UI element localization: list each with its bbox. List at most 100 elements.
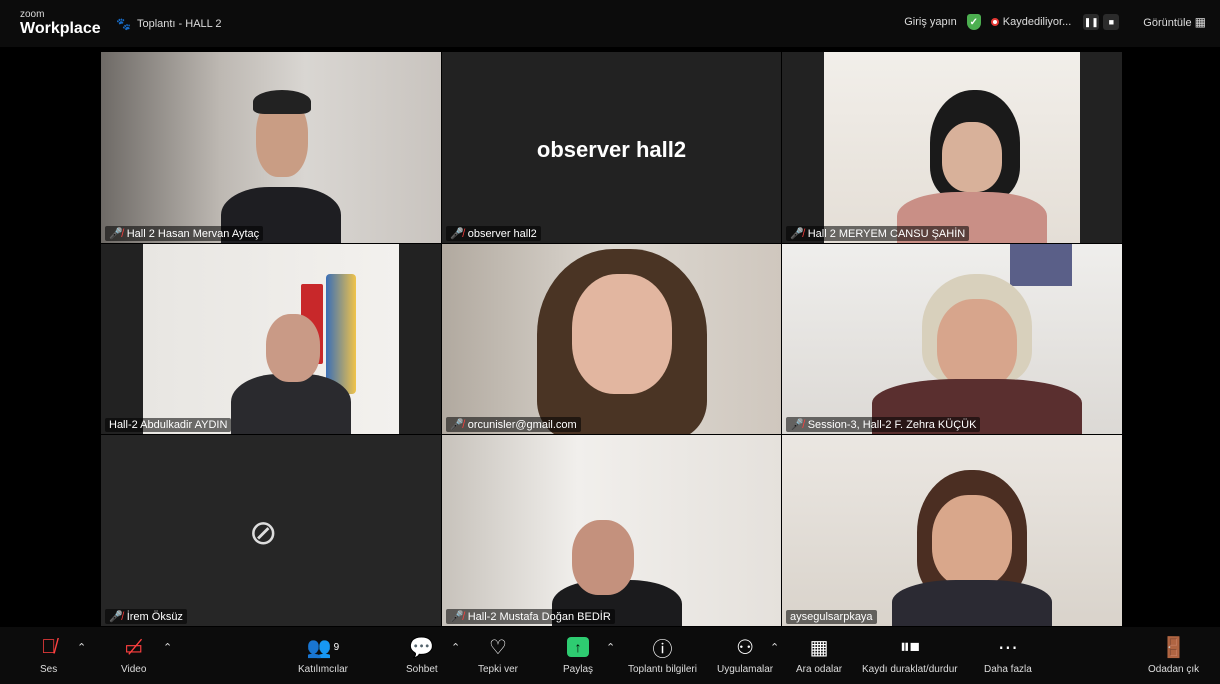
person-face — [572, 520, 634, 595]
participant-name-label: Hall-2 Abdulkadir AYDIN — [105, 418, 232, 432]
person-face — [572, 274, 672, 394]
video-off-icon: ▭̸ — [124, 636, 144, 659]
meeting-title: Toplantı - HALL 2 — [136, 18, 222, 30]
video-button[interactable]: ▭̸ Video — [121, 633, 147, 676]
share-label: Paylaş — [563, 664, 594, 675]
apps-button[interactable]: ⚇ Uygulamalar — [717, 633, 774, 676]
info-icon: ⓘ — [652, 638, 673, 661]
video-tile[interactable]: 🎤̸ Hall 2 Hasan Mervan Aytaç — [101, 52, 441, 243]
person-hair — [253, 90, 311, 114]
recording-dot-icon — [990, 18, 999, 26]
audio-button[interactable]: 🎙̸ Ses — [40, 633, 58, 676]
meeting-toolbar: 🎙̸ Ses ⌃ ▭̸ Video ⌃ 👥 9 Katılımcılar 💬 So… — [0, 627, 1220, 684]
video-tile[interactable]: 🎤̸ Hall 2 MERYEM CANSU ŞAHİN — [782, 52, 1122, 243]
zoom-logo: zoom Workplace — [20, 10, 101, 37]
participant-name-label: 🎤̸ İrem Öksüz — [105, 609, 187, 624]
recording-indicator: Kaydediliyor... — [990, 16, 1072, 28]
video-tile[interactable]: 🎤̸ orcunisler@gmail.com — [442, 244, 781, 434]
apps-label: Uygulamalar — [717, 664, 774, 675]
video-tile[interactable]: 🎤̸ Session-3, Hall-2 F. Zehra KÜÇÜK — [782, 244, 1122, 434]
pause-stop-recording-icon: ⏸⏹ — [899, 635, 920, 658]
brand-large: Workplace — [20, 20, 101, 37]
person-figure — [231, 374, 351, 434]
grid-view-icon: ▦ — [1194, 15, 1206, 29]
chat-label: Sohbet — [406, 664, 438, 675]
stop-recording-icon[interactable]: ■ — [1103, 14, 1120, 30]
video-tile[interactable]: Hall-2 Abdulkadir AYDIN — [101, 244, 441, 434]
top-bar: zoom Workplace 🐾 Toplantı - HALL 2 Giriş… — [0, 0, 1220, 47]
person-face — [932, 495, 1012, 587]
participant-name-label: 🎤̸ Hall 2 MERYEM CANSU ŞAHİN — [786, 226, 970, 241]
signin-link[interactable]: Giriş yapın — [904, 16, 957, 28]
person-face — [942, 122, 1002, 192]
participants-label: Katılımcılar — [298, 664, 349, 675]
participants-count: 9 — [333, 641, 340, 653]
video-label: Video — [121, 664, 147, 675]
security-shield-icon[interactable]: ✓ — [966, 14, 981, 30]
pause-recording-icon[interactable]: ❚❚ — [1083, 14, 1100, 30]
person-face — [937, 299, 1017, 389]
camera-off-icon: ⊘ — [249, 514, 278, 552]
record-control-button[interactable]: ⏸⏹ Kaydı duraklat/durdur — [862, 633, 958, 676]
camera-off-name: observer hall2 — [536, 137, 687, 162]
apps-icon: ⚇ — [736, 636, 755, 659]
person-face — [266, 314, 320, 382]
more-label: Daha fazla — [984, 664, 1032, 675]
breakout-rooms-button[interactable]: ▦ Ara odalar — [796, 633, 843, 676]
participants-button[interactable]: 👥 9 Katılımcılar — [298, 633, 349, 676]
more-icon: ⋯ — [997, 636, 1018, 659]
share-button[interactable]: ↑ Paylaş — [563, 633, 593, 675]
recording-controls: ❚❚ ■ — [1083, 14, 1120, 30]
participant-name-label: 🎤̸ orcunisler@gmail.com — [446, 417, 581, 432]
mic-muted-icon: 🎤̸ — [450, 228, 464, 240]
chat-icon: 💬 — [409, 636, 435, 659]
mic-muted-icon: 🎤̸ — [790, 228, 804, 240]
mic-muted-icon: 🎤̸ — [450, 611, 464, 623]
active-speaker-tile[interactable]: aysegulsarpkaya — [782, 435, 1122, 626]
leave-room-label: Odadan çık — [1148, 664, 1200, 675]
share-options-caret-icon[interactable]: ⌃ — [606, 641, 615, 654]
participant-name-label: 🎤̸ Hall 2 Hasan Mervan Aytaç — [105, 226, 264, 241]
leave-room-button[interactable]: 🚪 Odadan çık — [1148, 633, 1200, 676]
video-tile[interactable]: observer hall2 🎤̸ observer hall2 — [442, 52, 781, 243]
more-button[interactable]: ⋯ Daha fazla — [984, 633, 1032, 676]
video-tile[interactable]: 🎤̸ Hall-2 Mustafa Doğan BEDİR — [442, 435, 781, 626]
top-right-controls: Giriş yapın ✓ Kaydediliyor... ❚❚ ■ Görün… — [904, 14, 1206, 30]
react-button[interactable]: ♡ Tepki ver — [478, 633, 519, 676]
video-gallery: 🎤̸ Hall 2 Hasan Mervan Aytaç observer hal… — [0, 47, 1220, 627]
meeting-info-button[interactable]: ⓘ Toplantı bilgileri — [628, 633, 697, 676]
meeting-title-area[interactable]: 🐾 Toplantı - HALL 2 — [116, 17, 222, 31]
video-options-caret-icon[interactable]: ⌃ — [163, 641, 172, 654]
chat-button[interactable]: 💬 Sohbet — [406, 633, 438, 676]
participant-name-label: 🎤̸ Session-3, Hall-2 F. Zehra KÜÇÜK — [786, 417, 981, 432]
react-label: Tepki ver — [478, 664, 519, 675]
chat-options-caret-icon[interactable]: ⌃ — [451, 641, 460, 654]
mic-muted-icon: 🎤̸ — [109, 228, 123, 240]
audio-options-caret-icon[interactable]: ⌃ — [77, 641, 86, 654]
participant-name-label: aysegulsarpkaya — [786, 610, 877, 624]
recording-status: Kaydediliyor... — [1002, 16, 1072, 28]
video-tile[interactable]: ⊘ 🎤̸ İrem Öksüz — [101, 435, 441, 626]
record-control-label: Kaydı duraklat/durdur — [862, 664, 958, 675]
participant-name-label: 🎤̸ Hall-2 Mustafa Doğan BEDİR — [446, 609, 615, 624]
leave-room-icon: 🚪 — [1161, 636, 1187, 659]
audio-label: Ses — [40, 664, 58, 675]
mic-muted-icon: 🎤̸ — [450, 419, 464, 431]
breakout-rooms-label: Ara odalar — [796, 664, 843, 675]
view-label: Görüntüle — [1143, 17, 1192, 29]
person-figure — [892, 580, 1052, 626]
participant-name-label: 🎤̸ observer hall2 — [446, 226, 541, 241]
apps-options-caret-icon[interactable]: ⌃ — [770, 641, 779, 654]
mic-muted-icon: 🎤̸ — [790, 419, 804, 431]
meeting-icon: 🐾 — [116, 17, 131, 31]
meeting-info-label: Toplantı bilgileri — [628, 664, 697, 675]
wall-picture — [1010, 244, 1072, 286]
mic-muted-icon: 🎙̸ — [41, 635, 57, 658]
flag-decoration — [326, 274, 356, 394]
brand-small: zoom — [20, 9, 45, 20]
heart-icon: ♡ — [489, 636, 507, 659]
breakout-rooms-icon: ▦ — [809, 636, 829, 659]
mic-muted-icon: 🎤̸ — [109, 611, 123, 623]
participants-icon: 👥 9 — [306, 636, 340, 659]
view-button[interactable]: Görüntüle ▦ — [1143, 15, 1206, 29]
